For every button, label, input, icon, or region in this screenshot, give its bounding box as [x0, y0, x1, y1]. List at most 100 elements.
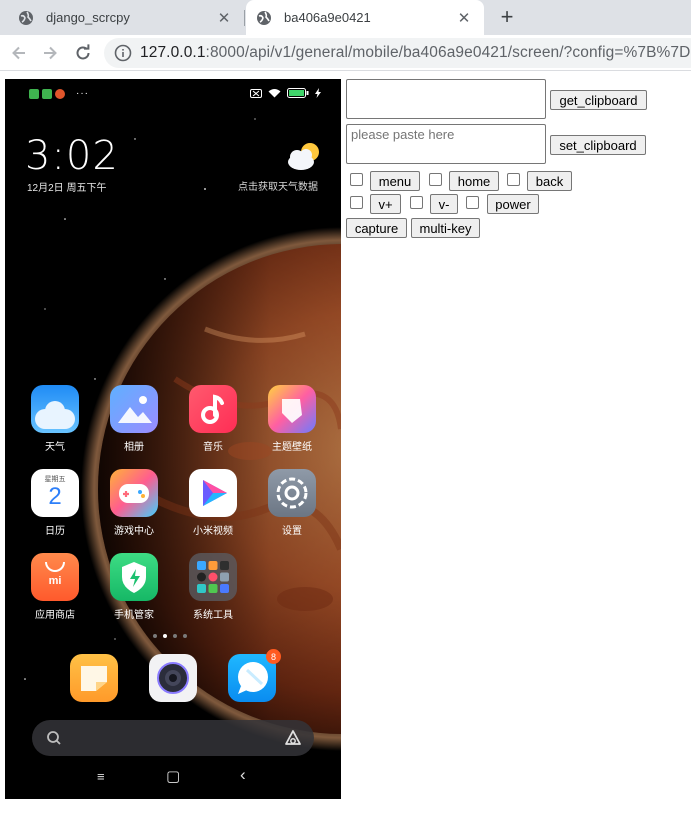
gallery-app-icon — [110, 385, 158, 433]
app-label: 系统工具 — [193, 610, 233, 621]
capture-button[interactable]: capture — [346, 218, 407, 238]
weather-cloud-sun-icon[interactable] — [283, 141, 323, 171]
page-dot-active — [163, 634, 167, 638]
tab-django-scrcpy[interactable]: django_scrcpy ✕ — [8, 0, 244, 35]
back-checkbox[interactable] — [507, 173, 520, 186]
app-store[interactable]: mi 应用商店 — [20, 553, 90, 621]
reload-button[interactable] — [70, 40, 96, 66]
phone-nav-bar: ≡ ▢ ‹ — [5, 765, 341, 791]
url-host: 127.0.0.1 — [140, 44, 206, 61]
arrow-left-icon — [12, 46, 25, 60]
app-settings[interactable]: 设置 — [257, 469, 327, 537]
arrow-right-icon — [44, 46, 57, 60]
app-label: 设置 — [282, 526, 302, 537]
app-label: 相册 — [124, 442, 144, 453]
volume-down-checkbox[interactable] — [410, 196, 423, 209]
mi-video-app-icon — [189, 469, 237, 517]
page-dot — [183, 634, 187, 638]
notification-app-icon — [42, 88, 52, 99]
multi-key-button[interactable]: multi-key — [411, 218, 480, 238]
app-gallery[interactable]: 相册 — [99, 385, 169, 453]
page-indicator — [153, 634, 187, 638]
themes-app-icon — [268, 385, 316, 433]
volume-down-button[interactable]: v- — [430, 194, 458, 214]
more-notifications-icon: ··· — [76, 88, 89, 99]
sim-disabled-icon — [250, 88, 262, 98]
page-dot — [173, 634, 177, 638]
tab-device-screen[interactable]: ba406a9e0421 ✕ — [246, 0, 484, 35]
set-clipboard-button[interactable]: set_clipboard — [550, 135, 646, 155]
dock-notes[interactable] — [59, 654, 129, 702]
charging-icon — [315, 88, 321, 98]
tab-title: django_scrcpy — [46, 10, 130, 25]
app-mi-video[interactable]: 小米视频 — [178, 469, 248, 537]
app-label: 音乐 — [203, 442, 223, 453]
app-store-icon: mi — [31, 553, 79, 601]
dock-camera[interactable] — [138, 654, 208, 702]
phone-menu-key[interactable]: ≡ — [97, 769, 105, 784]
reload-icon — [76, 44, 90, 60]
app-label: 小米视频 — [193, 526, 233, 537]
power-checkbox[interactable] — [466, 196, 479, 209]
page-dot — [153, 634, 157, 638]
close-tab-icon[interactable]: ✕ — [454, 8, 474, 28]
globe-icon — [257, 10, 271, 25]
new-tab-button[interactable]: + — [494, 4, 520, 30]
clock-date: 12月2日 周五下午 — [27, 183, 107, 194]
app-label: 应用商店 — [35, 610, 75, 621]
system-tools-folder-icon — [189, 553, 237, 601]
power-button[interactable]: power — [487, 194, 539, 214]
menu-button[interactable]: menu — [370, 171, 420, 191]
get-clipboard-button[interactable]: get_clipboard — [550, 90, 647, 110]
globe-icon — [19, 10, 33, 25]
status-bar: ··· — [5, 79, 341, 109]
app-label: 天气 — [45, 442, 65, 453]
app-music[interactable]: 音乐 — [178, 385, 248, 453]
home-button[interactable]: home — [449, 171, 499, 191]
home-checkbox[interactable] — [429, 173, 442, 186]
phone-home-key[interactable]: ▢ — [166, 767, 180, 785]
clipboard-output[interactable] — [346, 79, 546, 119]
system-status-icons — [250, 88, 321, 98]
address-bar[interactable]: 127.0.0.1:8000/api/v1/general/mobile/ba4… — [104, 38, 691, 68]
browser-toolbar: 127.0.0.1:8000/api/v1/general/mobile/ba4… — [0, 35, 691, 71]
tab-strip: django_scrcpy ✕ ba406a9e0421 ✕ + — [0, 0, 691, 35]
info-icon[interactable] — [114, 44, 132, 62]
notification-icons: ··· — [29, 88, 89, 99]
volume-up-button[interactable]: v+ — [370, 194, 401, 214]
paste-input[interactable] — [346, 124, 546, 164]
back-button[interactable]: back — [527, 171, 572, 191]
game-center-app-icon — [110, 469, 158, 517]
app-label: 日历 — [45, 526, 65, 537]
close-tab-icon[interactable]: ✕ — [214, 8, 234, 28]
calendar-app-icon: 星期五 2 — [31, 469, 79, 517]
wifi-icon — [268, 89, 281, 98]
url-path: :8000/api/v1/general/mobile/ba406a9e0421… — [205, 44, 691, 61]
volume-up-checkbox[interactable] — [350, 196, 363, 209]
app-game-center[interactable]: 游戏中心 — [99, 469, 169, 537]
camera-app-icon — [149, 654, 197, 702]
mi-logo: mi — [48, 575, 62, 587]
device-screen[interactable]: ··· 3:02 12月2日 周五下午 点击获取天气数据 天气 相册 音乐 主题… — [5, 79, 341, 799]
unread-badge: 8 — [266, 649, 281, 664]
back-nav-button[interactable] — [6, 40, 32, 66]
phone-back-key[interactable]: ‹ — [240, 765, 246, 785]
app-security[interactable]: 手机管家 — [99, 553, 169, 621]
app-label: 游戏中心 — [114, 526, 154, 537]
home-search-bar[interactable] — [32, 720, 314, 756]
folder-system-tools[interactable]: 系统工具 — [178, 553, 248, 621]
app-weather[interactable]: 天气 — [20, 385, 90, 453]
lock-clock: 3:02 — [25, 133, 119, 179]
battery-icon — [287, 88, 309, 98]
search-icon — [47, 731, 61, 745]
weather-hint[interactable]: 点击获取天气数据 — [238, 178, 318, 193]
tab-title: ba406a9e0421 — [284, 10, 371, 25]
app-calendar[interactable]: 星期五 2 日历 — [20, 469, 90, 537]
app-themes[interactable]: 主题壁纸 — [257, 385, 327, 453]
forward-nav-button[interactable] — [37, 40, 63, 66]
settings-app-icon — [268, 469, 316, 517]
menu-checkbox[interactable] — [350, 173, 363, 186]
app-label: 手机管家 — [114, 610, 154, 621]
assistant-icon[interactable] — [284, 729, 302, 747]
notification-app-icon — [55, 88, 65, 99]
